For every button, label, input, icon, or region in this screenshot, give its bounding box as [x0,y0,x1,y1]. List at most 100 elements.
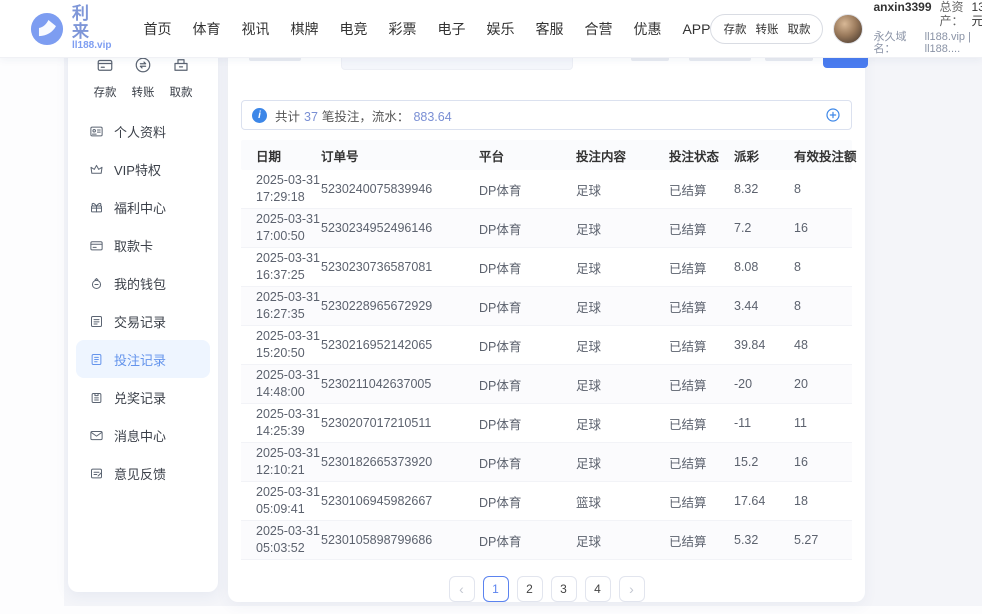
date-value: 2025-03-31 [256,445,321,462]
nav-item-电子[interactable]: 电子 [437,19,465,39]
sidebar-item-VIP特权[interactable]: VIP特权 [76,150,210,188]
brand-domain: ll188.vip [72,41,111,52]
turnover-value: 883.64 [413,110,451,124]
main-content-card: i 共计37笔投注，流水：883.64 日期订单号平台投注内容投注状态派彩有效投… [228,38,865,602]
cell-date: 2025-03-3105:03:52 [241,523,321,557]
sidebar-item-意见反馈[interactable]: 意见反馈 [76,454,210,492]
wallet-quick-pill: 存款转账取款 [710,14,823,44]
sidebar-item-交易记录[interactable]: 交易记录 [76,302,210,340]
column-header: 订单号 [321,146,479,165]
cell-date: 2025-03-3116:37:25 [241,250,321,284]
pagination-page-2[interactable]: 2 [517,576,543,602]
date-value: 2025-03-31 [256,406,321,423]
cell-payout: 8.08 [734,260,794,274]
time-value: 16:27:35 [256,306,321,323]
pagination-next-button[interactable]: › [619,576,645,602]
page-bottom-strip [0,606,982,614]
table-row: 2025-03-3105:09:415230106945982667DP体育篮球… [241,482,852,521]
shortcut-转账[interactable]: 转账 [128,56,158,100]
cell-valid-bet: 20 [794,377,852,391]
nav-item-娱乐[interactable]: 娱乐 [486,19,514,39]
cell-bet-status: 已结算 [669,180,734,199]
info-icon: i [252,108,267,123]
pill-action-存款[interactable]: 存款 [723,21,746,37]
bet-count: 37 [304,110,318,124]
table-header-row: 日期订单号平台投注内容投注状态派彩有效投注额 [241,140,852,170]
pagination-page-1[interactable]: 1 [483,576,509,602]
shortcut-取款[interactable]: 取款 [166,56,196,100]
nav-item-客服[interactable]: 客服 [535,19,563,39]
nav-item-首页[interactable]: 首页 [143,19,171,39]
nav-item-体育[interactable]: 体育 [192,19,220,39]
sidebar-item-label: 取款卡 [114,236,153,255]
nav-item-视讯[interactable]: 视讯 [241,19,269,39]
cell-valid-bet: 16 [794,455,852,469]
sidebar-item-兑奖记录[interactable]: 兑奖记录 [76,378,210,416]
nav-item-优惠[interactable]: 优惠 [633,19,661,39]
date-value: 2025-03-31 [256,250,321,267]
sidebar-item-消息中心[interactable]: 消息中心 [76,416,210,454]
date-value: 2025-03-31 [256,172,321,189]
bets-icon [89,352,104,367]
cell-bet-content: 足球 [576,297,669,316]
domain-label: 永久域名： [873,31,921,56]
nav-item-APP[interactable]: APP [682,21,710,37]
pagination-page-4[interactable]: 4 [585,576,611,602]
pagination: ‹ 1234 › [228,576,865,602]
cell-platform: DP体育 [479,453,576,472]
account-info[interactable]: anxin3399 总资产： 1363.49元 永久域名： ll188.vip … [873,1,982,56]
sidebar-item-投注记录[interactable]: 投注记录 [76,340,210,378]
time-value: 16:37:25 [256,267,321,284]
cell-platform: DP体育 [479,258,576,277]
cell-bet-content: 足球 [576,414,669,433]
summary-text: 共计37笔投注，流水：883.64 [275,106,452,125]
sidebar: 存款转账取款 个人资料VIP特权福利中心取款卡我的钱包交易记录投注记录兑奖记录消… [68,42,218,592]
cell-order-number: 5230105898799686 [321,533,479,547]
cell-payout: 3.44 [734,299,794,313]
cell-order-number: 5230211042637005 [321,377,479,391]
pill-action-取款[interactable]: 取款 [787,21,810,37]
cell-payout: 15.2 [734,455,794,469]
nav-item-电竞[interactable]: 电竞 [339,19,367,39]
table-row: 2025-03-3105:03:525230105898799686DP体育足球… [241,521,852,560]
cell-bet-status: 已结算 [669,453,734,472]
sidebar-item-福利中心[interactable]: 福利中心 [76,188,210,226]
nav-item-棋牌[interactable]: 棋牌 [290,19,318,39]
deposit-icon [96,56,114,79]
sidebar-item-取款卡[interactable]: 取款卡 [76,226,210,264]
time-value: 05:09:41 [256,501,321,518]
cell-bet-content: 足球 [576,531,669,550]
brand-logo[interactable]: 利 来 ll188.vip [30,5,111,51]
welfare-icon [89,200,104,215]
table-row: 2025-03-3112:10:215230182665373920DP体育足球… [241,443,852,482]
summary-bar: i 共计37笔投注，流水：883.64 [241,100,852,130]
table-row: 2025-03-3114:48:005230211042637005DP体育足球… [241,365,852,404]
plus-circle-icon[interactable] [825,107,841,123]
transactions-icon [89,314,104,329]
assets-value: 1363.49元 [972,1,982,29]
shortcut-存款[interactable]: 存款 [90,56,120,100]
cell-payout: 17.64 [734,494,794,508]
shortcut-label: 转账 [132,84,155,100]
pagination-prev-button[interactable]: ‹ [449,576,475,602]
column-header: 投注状态 [669,146,734,165]
pill-action-转账[interactable]: 转账 [755,21,778,37]
sidebar-item-label: 意见反馈 [114,464,166,483]
sidebar-shortcuts: 存款转账取款 [68,56,218,100]
cell-order-number: 5230228965672929 [321,299,479,313]
nav-item-彩票[interactable]: 彩票 [388,19,416,39]
header-right: 存款转账取款 anxin3399 总资产： 1363.49元 永久域名： ll1… [710,1,982,56]
cell-bet-content: 篮球 [576,492,669,511]
domain-value: ll188.vip | ll188.... [925,31,982,56]
cell-bet-status: 已结算 [669,375,734,394]
nav-item-合营[interactable]: 合营 [584,19,612,39]
pagination-page-3[interactable]: 3 [551,576,577,602]
table-row: 2025-03-3117:29:185230240075839946DP体育足球… [241,170,852,209]
avatar[interactable] [833,14,863,44]
sidebar-item-我的钱包[interactable]: 我的钱包 [76,264,210,302]
cell-bet-status: 已结算 [669,336,734,355]
assets-label: 总资产： [940,1,964,29]
sidebar-item-个人资料[interactable]: 个人资料 [76,112,210,150]
date-value: 2025-03-31 [256,367,321,384]
table-row: 2025-03-3117:00:505230234952496146DP体育足球… [241,209,852,248]
